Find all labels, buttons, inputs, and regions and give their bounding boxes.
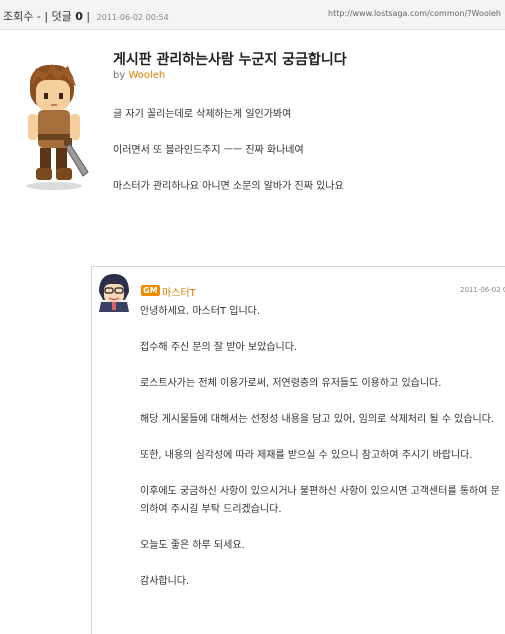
reply-paragraph: 오늘도 좋은 하루 되세요. bbox=[140, 540, 245, 551]
gm-reply: GM 마스터T 2011-06-02 05 안녕하세요. 마스터T 입니다. 접… bbox=[91, 266, 505, 634]
reply-body: 안녕하세요. 마스터T 입니다. 접수해 주신 문의 잘 받아 보았습니다. 로… bbox=[140, 303, 505, 609]
post-permalink[interactable]: http://www.lostsaga.com/common/?Wooleh bbox=[328, 9, 501, 18]
post-author-name[interactable]: Wooleh bbox=[128, 70, 165, 81]
post-date: 2011-06-02 00:54 bbox=[96, 13, 169, 22]
reply-paragraph: 로스트사가는 전체 이용가로써, 저연령층의 유저들도 이용하고 있습니다. bbox=[140, 378, 442, 389]
post-body: 글 자기 꼴리는데로 삭제하는게 일인가봐여 이러면서 또 블라인드주지 ㅡㅡ … bbox=[113, 108, 344, 216]
post-title: 게시판 관리하는사람 누군지 궁금합니다 bbox=[113, 52, 347, 68]
reply-date: 2011-06-02 05 bbox=[460, 286, 505, 294]
views-comments-label: 조회수 - | 덧글 bbox=[3, 10, 72, 23]
reply-paragraph: 접수해 주신 문의 잘 받아 보았습니다. bbox=[140, 342, 298, 353]
post-meta-bar: 조회수 - | 덧글 0 | 2011-06-02 00:54 http://w… bbox=[0, 0, 505, 30]
post-meta-info: 조회수 - | 덧글 0 | 2011-06-02 00:54 bbox=[3, 8, 169, 24]
post-byline: by Wooleh bbox=[113, 70, 165, 81]
post-author-avatar bbox=[26, 64, 89, 190]
byline-label: by bbox=[113, 70, 126, 81]
post-line: 마스터가 관리하나요 아니면 소문의 알바가 진짜 있나요 bbox=[113, 181, 344, 192]
reply-paragraph: 해당 게시물들에 대해서는 선정성 내용을 담고 있어, 임의로 삭제처리 될 … bbox=[140, 414, 495, 425]
reply-paragraph: 또한, 내용의 심각성에 따라 제재를 받으실 수 있으니 참고하여 주시기 바… bbox=[140, 450, 473, 461]
gm-badge: GM bbox=[141, 285, 160, 296]
reply-author-name[interactable]: 마스터T bbox=[162, 284, 196, 299]
gm-avatar bbox=[99, 274, 129, 312]
reply-paragraph: 이후에도 궁금하신 사항이 있으시거나 불편하신 사항이 있으시면 고객센터를 … bbox=[140, 486, 500, 515]
post-line: 이러면서 또 블라인드주지 ㅡㅡ 진짜 화나네여 bbox=[113, 145, 304, 156]
reply-paragraph: 감사합니다. bbox=[140, 576, 190, 587]
meta-separator: | bbox=[86, 10, 91, 23]
post-line: 글 자기 꼴리는데로 삭제하는게 일인가봐여 bbox=[113, 109, 292, 120]
comment-count: 0 bbox=[75, 10, 83, 23]
reply-paragraph: 안녕하세요. 마스터T 입니다. bbox=[140, 306, 261, 317]
